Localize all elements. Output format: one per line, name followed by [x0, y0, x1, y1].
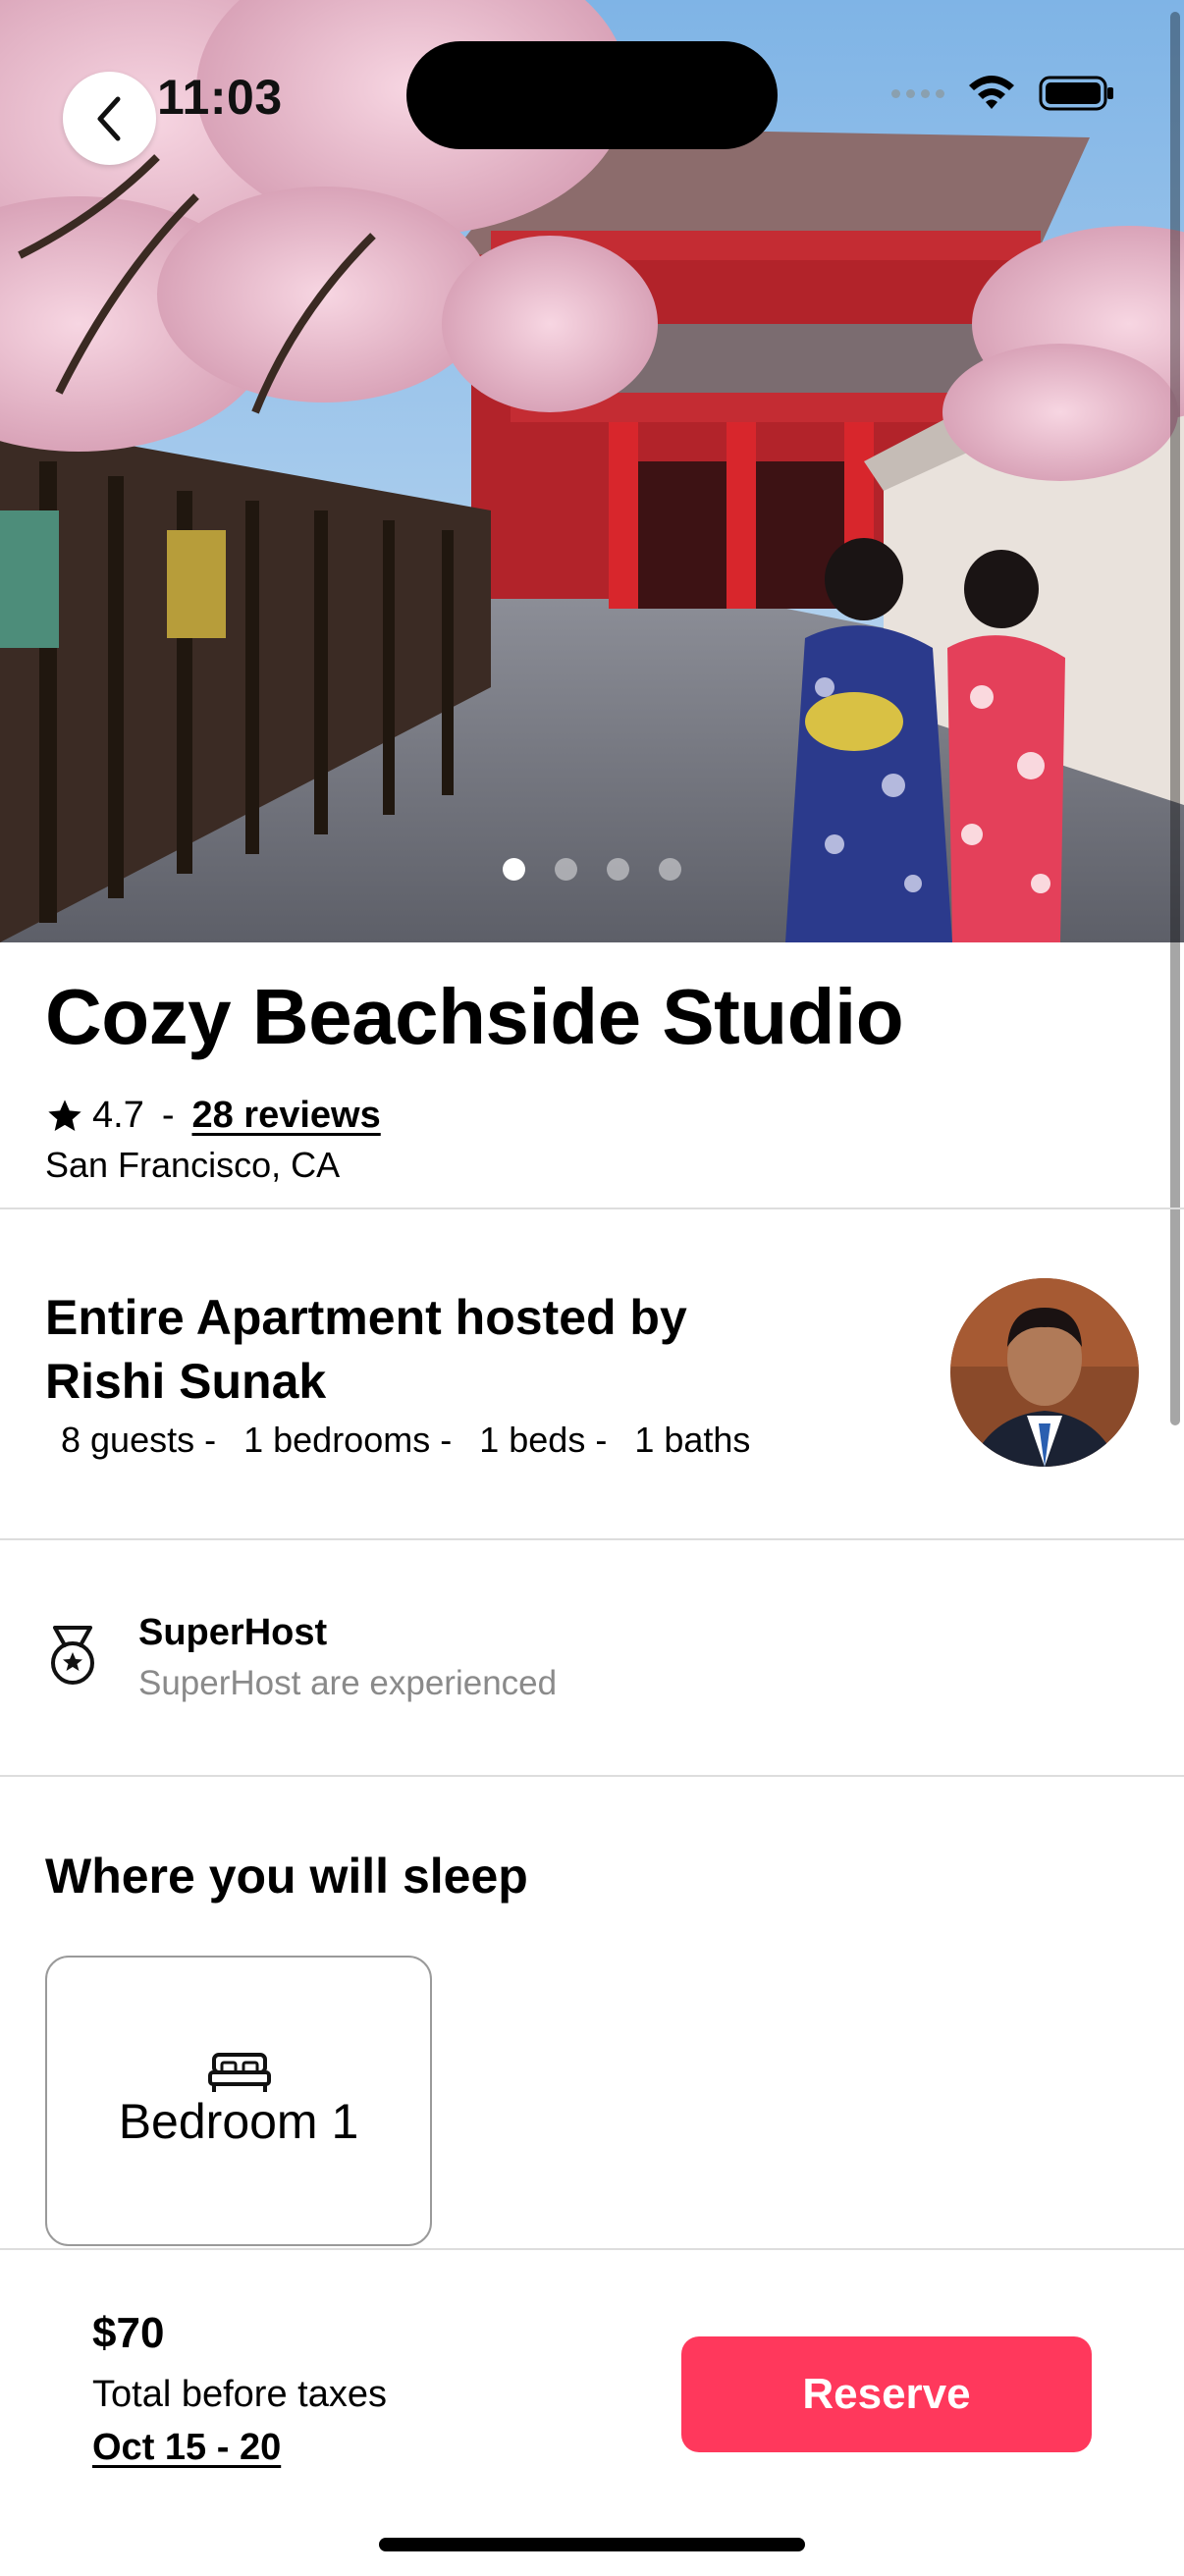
scrollbar[interactable]: [1170, 12, 1180, 1425]
host-avatar[interactable]: [950, 1278, 1139, 1467]
bedroom-label: Bedroom 1: [118, 2094, 359, 2149]
page-dot-2[interactable]: [555, 858, 577, 881]
host-stats: 8 guests - 1 bedrooms - 1 beds - 1 baths: [61, 1420, 768, 1461]
divider: [0, 1208, 1184, 1209]
guests-count: 8 guests -: [61, 1420, 217, 1460]
chevron-left-icon: [97, 96, 120, 140]
page-dot-1[interactable]: [503, 858, 525, 881]
superhost-subtitle: SuperHost are experienced: [138, 1664, 558, 1702]
reserve-button[interactable]: Reserve: [681, 2336, 1092, 2452]
bed-icon: [208, 2053, 271, 2092]
rating-row: 4.7 - 28 reviews: [45, 1095, 381, 1137]
page-dot-3[interactable]: [607, 858, 629, 881]
listing-title: Cozy Beachside Studio: [45, 973, 904, 1060]
divider: [0, 1538, 1184, 1540]
host-heading: Entire Apartment hosted by Rishi Sunak: [45, 1290, 687, 1409]
sleep-section-heading: Where you will sleep: [45, 1849, 528, 1904]
wifi-icon: [969, 76, 1014, 109]
dynamic-island: [406, 41, 778, 149]
rating-value: 4.7: [92, 1095, 144, 1136]
beds-count: 1 beds -: [479, 1420, 608, 1460]
cellular-signal-icon: [891, 88, 944, 98]
divider: [0, 1775, 1184, 1777]
total-label: Total before taxes: [92, 2374, 387, 2415]
bedroom-card[interactable]: Bedroom 1: [45, 1956, 432, 2246]
rating-separator: -: [161, 1095, 175, 1136]
home-indicator[interactable]: [379, 2538, 805, 2551]
superhost-title: SuperHost: [138, 1612, 328, 1653]
gallery-page-indicator[interactable]: [0, 858, 1184, 881]
back-button[interactable]: [63, 72, 156, 165]
listing-location: San Francisco, CA: [45, 1145, 341, 1185]
dates-link[interactable]: Oct 15 - 20: [92, 2427, 281, 2469]
medal-icon: [51, 1626, 94, 1685]
bedrooms-count: 1 bedrooms -: [243, 1420, 453, 1460]
page-dot-4[interactable]: [659, 858, 681, 881]
baths-count: 1 baths: [634, 1420, 751, 1460]
reviews-link[interactable]: 28 reviews: [191, 1095, 380, 1137]
status-bar-indicators: [891, 74, 1115, 113]
star-icon: [48, 1099, 81, 1131]
battery-icon: [1039, 76, 1113, 111]
status-bar-time: 11:03: [157, 70, 283, 125]
price: $70: [92, 2309, 165, 2357]
